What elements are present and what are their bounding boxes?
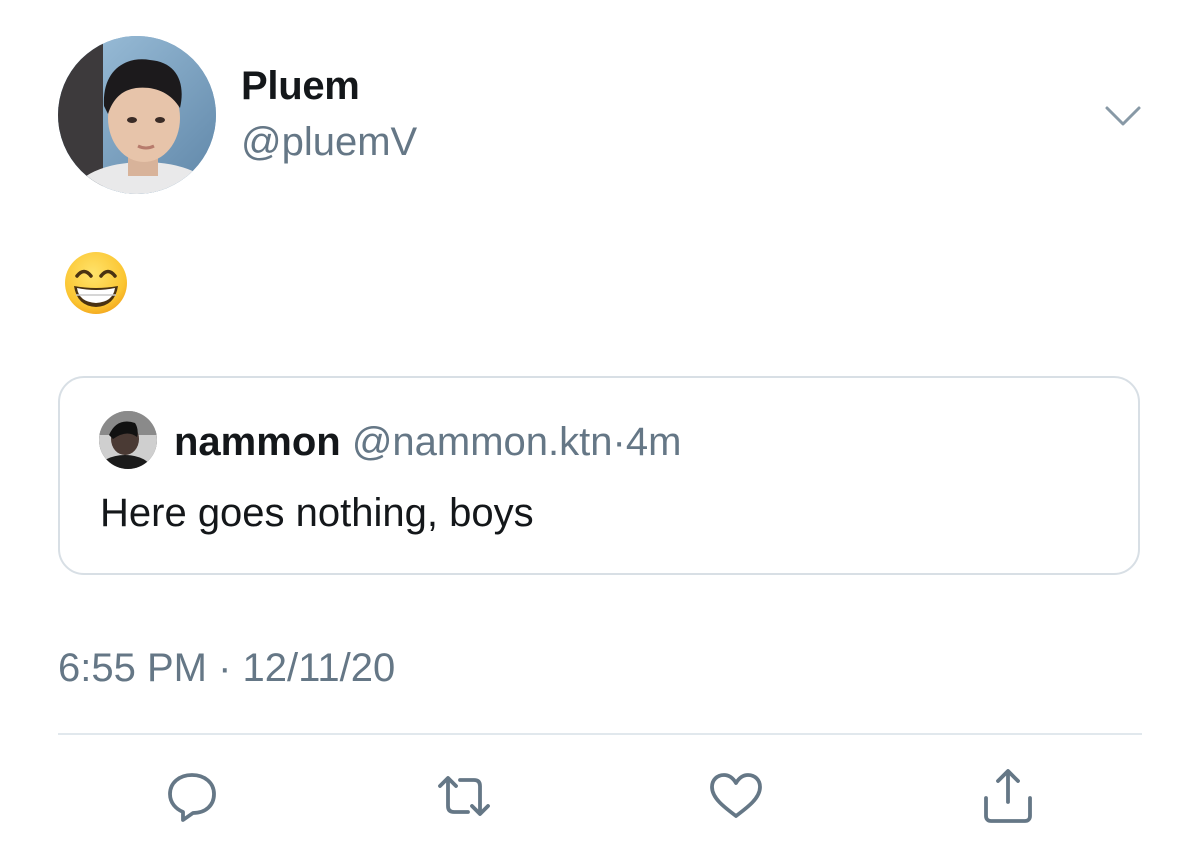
quoted-tweet-header: nammon @nammon.ktn·4m [174, 418, 681, 466]
quoted-author-display-name: nammon [174, 420, 341, 464]
quoted-author-handle: @nammon.ktn [351, 420, 613, 464]
tweet-timestamp: 6:55 PM · 12/11/20 [58, 646, 396, 690]
quoted-tweet[interactable]: nammon @nammon.ktn·4m Here goes nothing,… [58, 376, 1140, 575]
retweet-icon[interactable] [434, 766, 494, 826]
divider [58, 733, 1142, 735]
quoted-tweet-time: 4m [625, 420, 682, 464]
quoted-tweet-text: Here goes nothing, boys [100, 491, 534, 535]
grinning-emoji [63, 250, 129, 316]
reply-icon[interactable] [162, 766, 222, 826]
share-icon[interactable] [978, 766, 1038, 826]
chevron-down-icon[interactable] [1104, 104, 1142, 130]
quoted-separator: · [612, 420, 626, 464]
quoted-author-avatar [99, 411, 157, 469]
author-handle[interactable]: @pluemV [241, 120, 417, 165]
tweet-detail: Pluem @pluemV nammon @nammon.ktn·4m Here… [0, 0, 1200, 861]
heart-icon[interactable] [706, 766, 766, 826]
author-avatar[interactable] [58, 36, 216, 194]
author-display-name[interactable]: Pluem [241, 64, 360, 109]
